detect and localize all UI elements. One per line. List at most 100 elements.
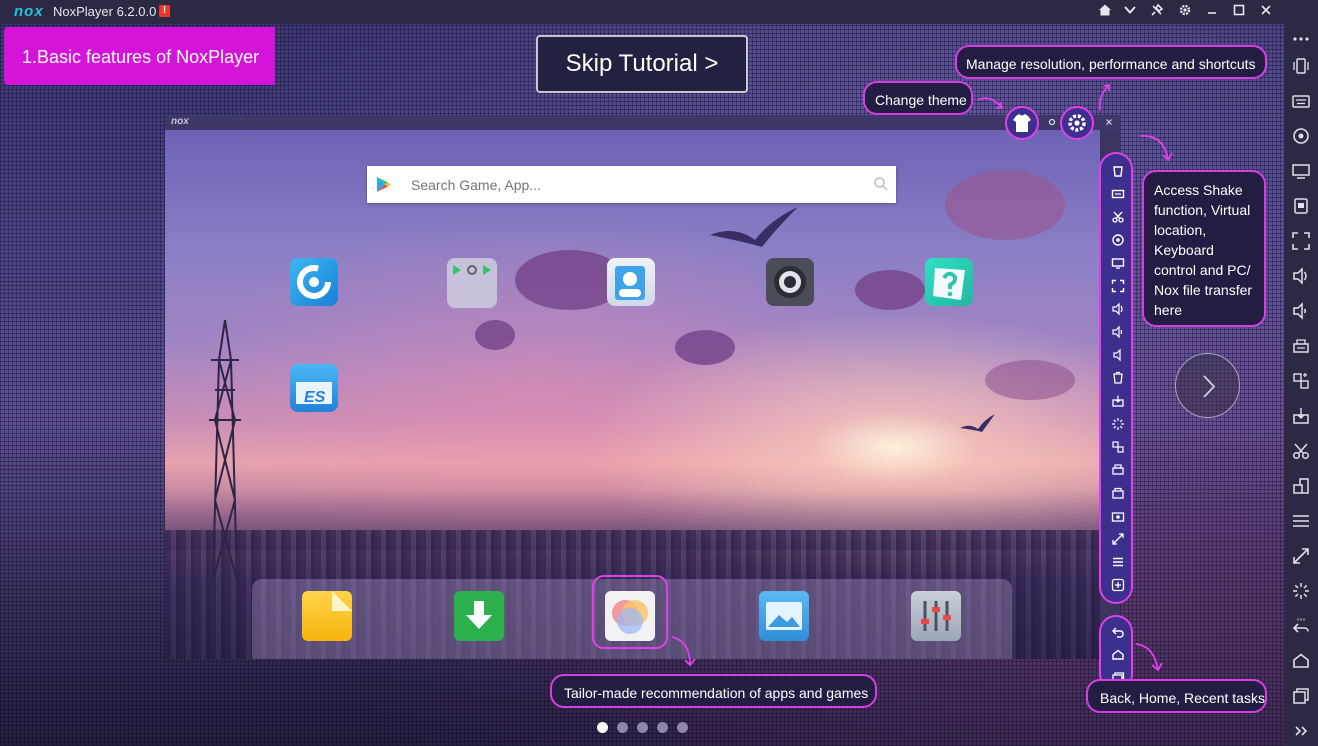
next-step-button[interactable] xyxy=(1175,353,1240,418)
volume-down-icon[interactable] xyxy=(1284,296,1318,326)
scissors-icon[interactable] xyxy=(1284,436,1318,466)
help-app-icon[interactable] xyxy=(925,258,973,306)
page-dot-3[interactable] xyxy=(637,722,648,733)
right-toolbar xyxy=(1284,24,1318,746)
location-icon[interactable] xyxy=(1111,233,1125,247)
printer-icon[interactable] xyxy=(1111,463,1125,477)
browser-app-icon[interactable] xyxy=(290,258,338,306)
screen-icon[interactable] xyxy=(1284,156,1318,186)
search-input[interactable] xyxy=(411,166,841,203)
chevron-right-icon xyxy=(1203,375,1216,398)
more-icon[interactable] xyxy=(1284,24,1318,54)
location-icon[interactable] xyxy=(1284,121,1318,151)
multi-window-icon[interactable] xyxy=(1284,191,1318,221)
tools-folder-icon[interactable] xyxy=(447,258,497,308)
search-icon[interactable] xyxy=(873,176,889,192)
pin-icon[interactable] xyxy=(1147,3,1167,21)
manage-callout-text: Manage resolution, performance and short… xyxy=(966,56,1256,72)
keyboard-icon[interactable] xyxy=(1284,86,1318,116)
manage-arrow-icon xyxy=(1098,83,1110,111)
fullscreen-icon[interactable] xyxy=(1284,226,1318,256)
emulator-logo: nox xyxy=(171,116,189,127)
theme-callout-text: Change theme xyxy=(875,92,967,108)
chevron-down-icon[interactable] xyxy=(1120,3,1140,21)
recommend-highlight xyxy=(592,575,668,649)
home-nav-icon[interactable] xyxy=(1284,646,1318,676)
home-icon[interactable] xyxy=(1095,3,1115,21)
volume-up-icon[interactable] xyxy=(1284,261,1318,291)
screen-icon[interactable] xyxy=(1111,256,1125,270)
volume-icon[interactable] xyxy=(1111,325,1125,339)
emulator-topbar: nox xyxy=(165,115,1120,130)
settings-gear-icon[interactable] xyxy=(1175,3,1195,21)
search-bar[interactable] xyxy=(367,166,896,203)
nav-callout: Back, Home, Recent tasks xyxy=(1086,679,1267,713)
page-dot-2[interactable] xyxy=(617,722,628,733)
page-dot-1[interactable] xyxy=(597,722,608,733)
emu-mini-gear-icon[interactable] xyxy=(1048,118,1056,126)
loading-icon[interactable] xyxy=(1284,576,1318,606)
theme-callout: Change theme xyxy=(863,81,973,115)
app-title: NoxPlayer 6.2.0.0 xyxy=(53,4,157,19)
cloud xyxy=(945,170,1065,240)
bird-silhouette xyxy=(960,414,995,432)
add-shortcut-icon[interactable] xyxy=(1111,578,1125,592)
contacts-app-icon[interactable] xyxy=(607,258,655,306)
menu-icon[interactable] xyxy=(1111,555,1125,569)
multi-instance-icon[interactable] xyxy=(1284,366,1318,396)
keyboard-icon[interactable] xyxy=(1111,187,1125,201)
recommend-arrow-icon xyxy=(671,636,696,667)
settings-app-icon[interactable] xyxy=(911,591,961,641)
cloud xyxy=(475,320,515,350)
gallery-app-icon[interactable] xyxy=(759,591,809,641)
play-store-icon xyxy=(377,177,391,192)
apk-install-icon[interactable] xyxy=(1284,401,1318,431)
back-icon[interactable] xyxy=(1111,625,1125,639)
file-transfer-icon[interactable] xyxy=(1284,541,1318,571)
volume-down-icon[interactable] xyxy=(1111,348,1125,362)
expand-toolbar-icon[interactable] xyxy=(1284,716,1318,744)
manage-callout: Manage resolution, performance and short… xyxy=(955,45,1267,79)
maximize-icon[interactable] xyxy=(1229,3,1249,21)
macro-icon[interactable] xyxy=(1111,486,1125,500)
recent-tasks-icon[interactable] xyxy=(1284,681,1318,711)
volume-up-icon[interactable] xyxy=(1111,302,1125,316)
fullscreen-icon[interactable] xyxy=(1111,279,1125,293)
scissors-icon[interactable] xyxy=(1111,210,1125,224)
home-nav-icon[interactable] xyxy=(1111,648,1125,662)
recommend-callout: Tailor-made recommendation of apps and g… xyxy=(550,674,877,708)
printer-icon[interactable] xyxy=(1284,331,1318,361)
svg-text:ES: ES xyxy=(304,389,326,406)
file-transfer-icon[interactable] xyxy=(1111,532,1125,546)
settings-button[interactable] xyxy=(1060,106,1094,140)
access-arrow-icon xyxy=(1139,135,1173,162)
emu-close-icon[interactable] xyxy=(1105,118,1113,126)
back-icon[interactable] xyxy=(1284,611,1318,641)
camera-app-icon[interactable] xyxy=(766,258,814,306)
loading-icon[interactable] xyxy=(1111,417,1125,431)
access-callout-text: Access Shake function, Virtual location,… xyxy=(1154,182,1253,318)
es-file-explorer-icon[interactable]: ES xyxy=(290,364,338,412)
page-dot-5[interactable] xyxy=(677,722,688,733)
page-dot-4[interactable] xyxy=(657,722,668,733)
clear-icon[interactable] xyxy=(1111,371,1125,385)
change-theme-button[interactable] xyxy=(1005,106,1039,140)
close-icon[interactable] xyxy=(1256,3,1276,21)
folder-app-icon[interactable] xyxy=(302,591,352,641)
cloud xyxy=(985,360,1075,400)
nox-window: nox NoxPlayer 6.2.0.0 ! 1.Basic features… xyxy=(0,0,1318,746)
alert-badge[interactable]: ! xyxy=(159,5,170,17)
shake-icon[interactable] xyxy=(1111,164,1125,178)
record-icon[interactable] xyxy=(1111,509,1125,523)
skip-tutorial-button[interactable]: Skip Tutorial > xyxy=(536,35,748,93)
tool-capsule xyxy=(1099,152,1133,604)
minimize-icon[interactable] xyxy=(1202,3,1222,21)
access-callout: Access Shake function, Virtual location,… xyxy=(1142,170,1266,327)
resize-icon[interactable] xyxy=(1284,471,1318,501)
cloud xyxy=(855,270,925,310)
shake-icon[interactable] xyxy=(1284,51,1318,81)
apk-install-icon[interactable] xyxy=(1111,394,1125,408)
download-app-icon[interactable] xyxy=(454,591,504,641)
menu-icon[interactable] xyxy=(1284,506,1318,536)
multi-instance-icon[interactable] xyxy=(1111,440,1125,454)
